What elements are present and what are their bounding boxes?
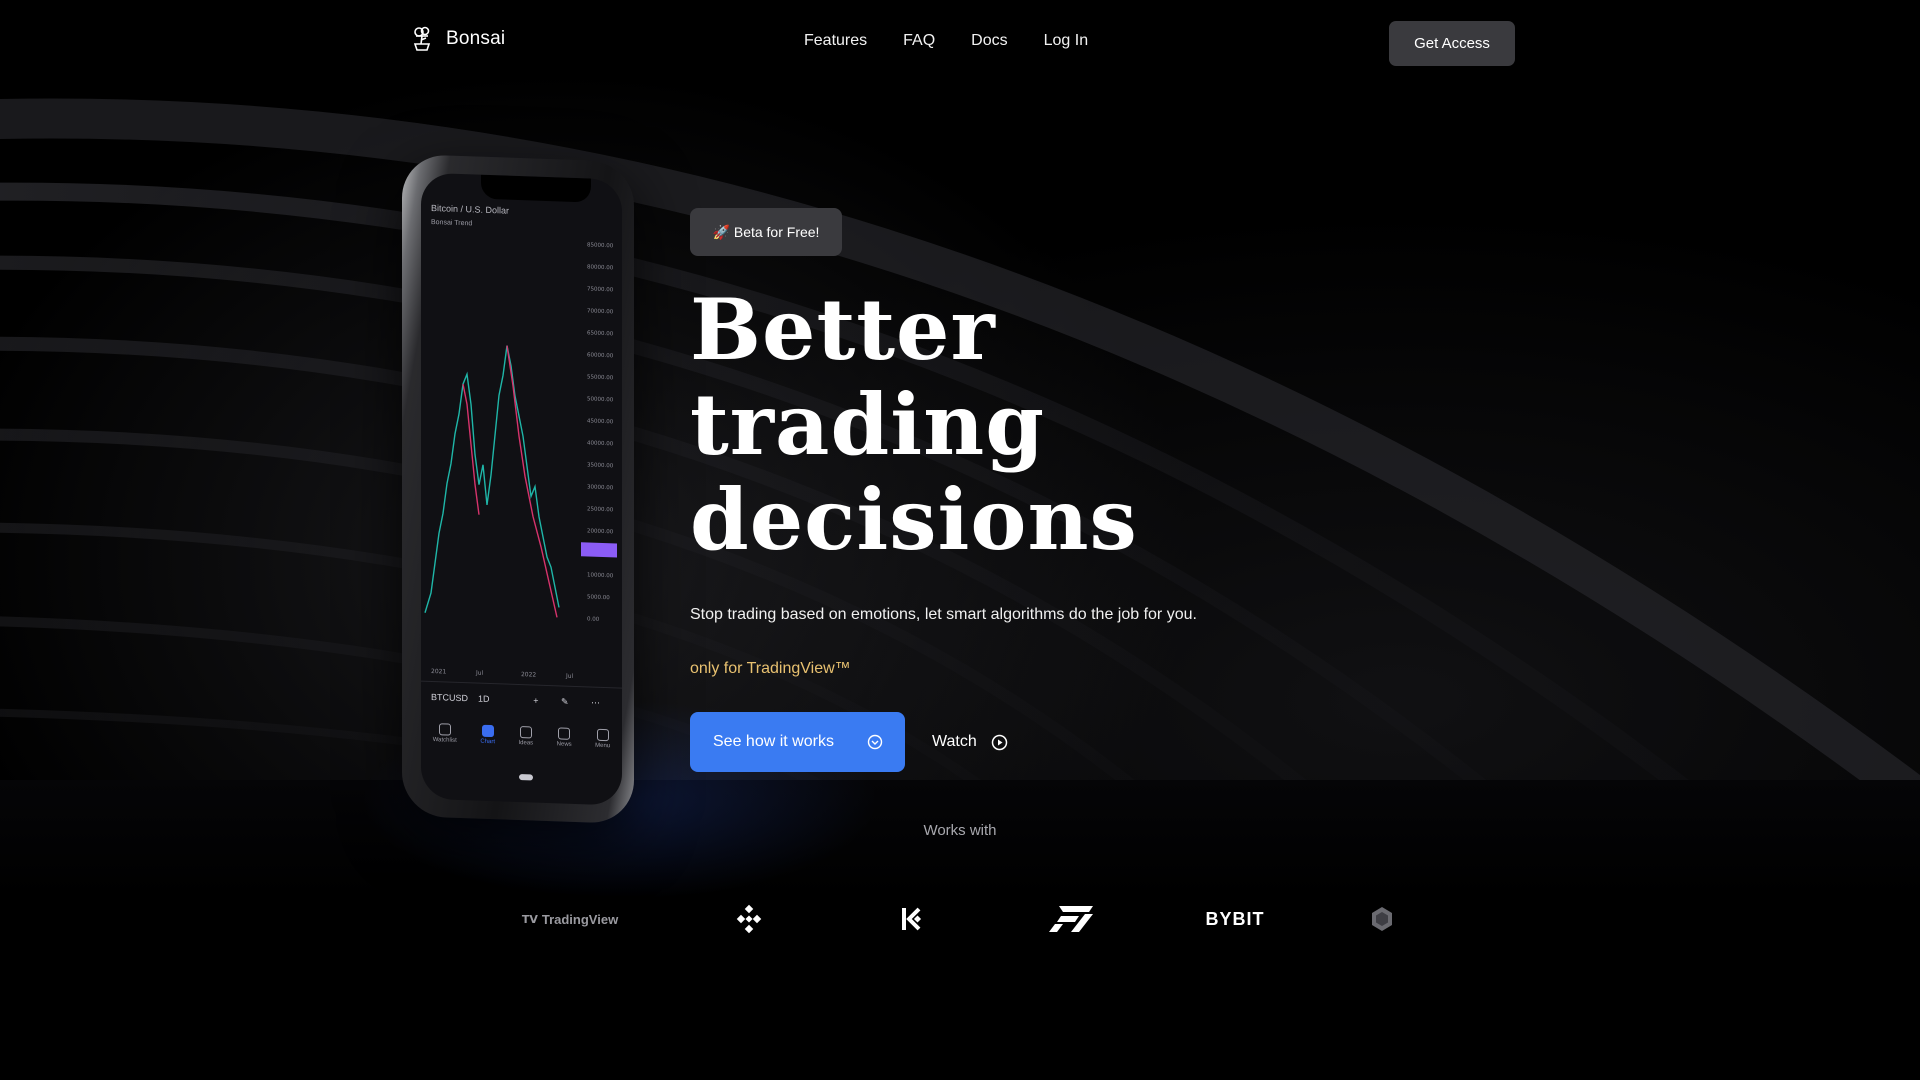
time-axis-label: Jul [565,673,574,680]
phone-tab-watchlist[interactable]: Watchlist [433,723,457,744]
ticker-symbol[interactable]: BTCUSD [431,692,468,703]
phone-mockup: Bitcoin / U.S. Dollar Bonsai Trend 85000… [402,153,634,825]
get-access-button[interactable]: Get Access [1389,21,1515,66]
beta-badge: 🚀 Beta for Free! [690,208,842,256]
tradingview-logo: 𝗧𝗩 TradingView [520,895,620,943]
headline-line-2: trading [690,375,1045,474]
brand[interactable]: Bonsai [410,26,505,52]
chart-title: Bitcoin / U.S. Dollar [431,202,510,216]
phone-tab-news[interactable]: News [557,727,572,748]
nav-link-login[interactable]: Log In [1044,32,1088,50]
nav-link-features[interactable]: Features [804,32,867,50]
bulb-icon [519,726,532,739]
nav-link-docs[interactable]: Docs [971,32,1007,50]
home-indicator [519,774,533,781]
price-axis-label: 60000.00 [587,352,614,359]
star-icon [438,723,451,736]
price-chart: 85000.00 80000.00 75000.00 70000.00 65000.00… [424,242,617,680]
price-axis-label: 85000.00 [587,242,614,249]
price-axis-label: 0.00 [587,616,600,622]
hero-headline: Better trading decisions [690,282,1290,567]
chart-icon [481,724,494,738]
bonsai-tree-icon [413,26,431,51]
news-icon [558,727,571,740]
price-axis-label: 75000.00 [587,286,614,293]
price-axis-label: 55000.00 [587,374,614,381]
see-how-it-works-button[interactable]: See how it works [690,712,905,772]
headline-line-1: Better [690,280,996,379]
price-axis-label: 20000.00 [587,528,614,535]
chart-tools-icons[interactable]: + ✎ ⋯ [533,695,610,709]
nav-link-faq[interactable]: FAQ [903,32,935,50]
hero-subtitle: Stop trading based on emotions, let smar… [690,606,1197,623]
price-axis-label: 50000.00 [587,396,614,403]
phone-tab-label: Menu [595,742,611,750]
phone-tab-label: Chart [480,738,496,746]
kucoin-logo [888,895,936,943]
price-axis-label: 5000.00 [587,594,610,601]
price-axis-label: 25000.00 [587,506,614,513]
works-with-label: Works with [923,822,997,839]
price-axis-label: 35000.00 [587,462,614,469]
chart-subtitle: Bonsai Trend [431,218,473,228]
price-axis-label: 65000.00 [587,330,614,337]
tradingview-logo-text: TradingView [541,911,619,927]
gear-cube-icon [1372,907,1392,931]
binance-logo [725,895,773,943]
ftx-logo [1032,895,1112,943]
brand-name: Bonsai [446,28,506,49]
price-axis-label: 80000.00 [587,264,614,271]
watch-button[interactable]: Watch [932,726,1008,758]
price-axis-label: 45000.00 [587,418,614,425]
top-nav: Bonsai Features FAQ Docs Log In Get Acce… [0,0,1920,86]
chart-line-down [462,345,558,618]
chart-line-up [424,345,560,613]
price-axis-label: 40000.00 [587,440,614,447]
phone-tab-label: Ideas [518,740,534,747]
phone-tab-label: Watchlist [432,737,457,744]
see-how-it-works-label: See how it works [713,733,834,750]
current-price-tag [581,542,617,558]
phone-tab-label: News [556,741,572,748]
time-axis-label: 2021 [431,668,446,676]
partner-logos: 𝗧𝗩 TradingView BYBIT [520,895,1400,943]
watch-label: Watch [932,733,977,750]
phone-tab-bar: Watchlist Chart Ideas News Menu [421,713,622,760]
time-axis-label: 2022 [521,671,536,679]
phone-tab-ideas[interactable]: Ideas [518,726,534,747]
circle-arrow-icon [867,734,883,750]
price-axis-label: 30000.00 [587,484,614,491]
price-axis-label: 70000.00 [587,308,614,315]
phone-notch [481,174,591,203]
kucoin-icon [902,907,922,931]
ftx-icon [1049,906,1093,932]
phone-screen: Bitcoin / U.S. Dollar Bonsai Trend 85000… [421,172,622,806]
menu-icon [596,728,609,742]
exchange-logo [1362,895,1402,943]
phone-tab-chart[interactable]: Chart [480,724,496,746]
headline-line-3: decisions [690,470,1138,569]
nav-links: Features FAQ Docs Log In [804,32,1088,50]
tradingview-note: only for TradingView™ [690,660,851,677]
bybit-logo: BYBIT [1205,908,1265,929]
phone-tab-menu[interactable]: Menu [595,728,611,750]
price-axis-label: 10000.00 [587,572,614,579]
time-axis-label: Jul [475,669,484,676]
ticker-interval[interactable]: 1D [478,694,490,704]
tv-icon: 𝗧𝗩 [521,913,538,926]
play-circle-icon [991,734,1007,750]
binance-icon [736,904,762,934]
